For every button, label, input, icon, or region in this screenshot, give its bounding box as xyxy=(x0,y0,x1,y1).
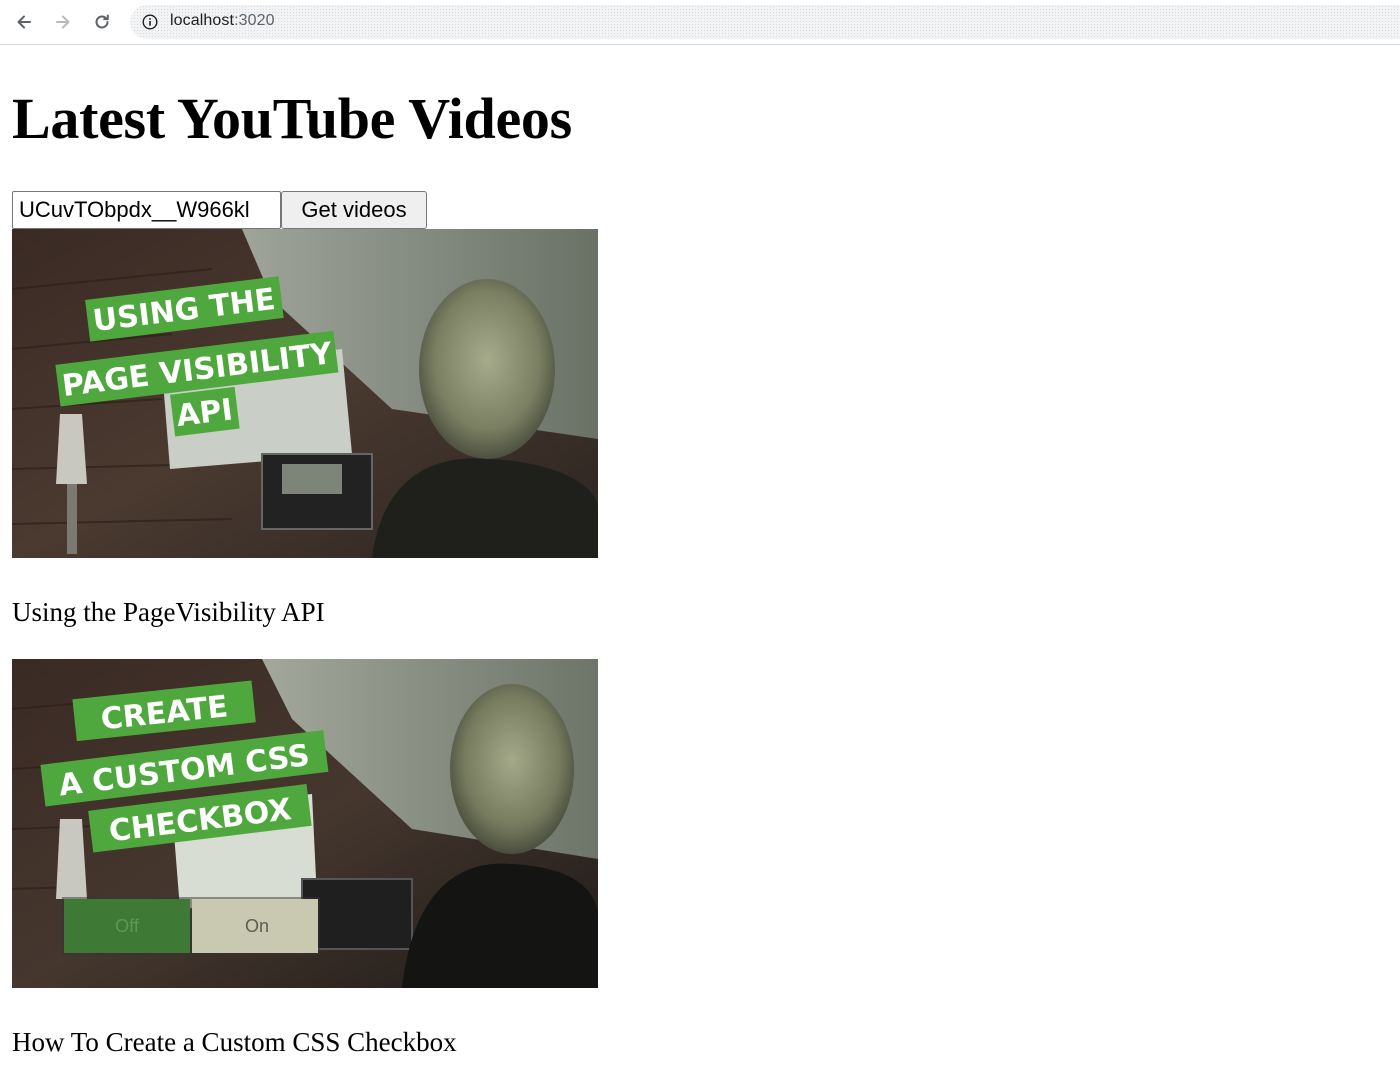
back-button[interactable] xyxy=(11,9,37,35)
channel-form: Get videos xyxy=(12,191,427,229)
url-host: localhost xyxy=(170,12,235,29)
get-videos-button[interactable]: Get videos xyxy=(281,191,427,229)
video-thumbnail[interactable]: USING THE PAGE VISIBILITY API xyxy=(12,229,598,558)
url-text: localhost:3020 xyxy=(170,12,275,30)
page-title: Latest YouTube Videos xyxy=(12,86,572,151)
info-icon[interactable] xyxy=(142,14,158,30)
browser-toolbar: localhost:3020 xyxy=(0,0,1400,45)
address-bar[interactable]: localhost:3020 xyxy=(130,5,1400,39)
forward-button[interactable] xyxy=(50,9,76,35)
channel-id-input[interactable] xyxy=(12,191,281,229)
thumb-line: API xyxy=(174,392,234,434)
toggle-off-label: Off xyxy=(115,916,140,936)
video-thumbnail[interactable]: Off On CREATE A CUSTOM CSS CHECKBOX xyxy=(12,659,598,988)
reload-button[interactable] xyxy=(89,9,115,35)
toggle-on-label: On xyxy=(245,916,269,936)
url-port: :3020 xyxy=(234,12,275,29)
arrow-right-icon xyxy=(56,15,70,29)
video-item: Off On CREATE A CUSTOM CSS CHECKBOX How … xyxy=(12,659,598,1058)
video-title: Using the PageVisibility API xyxy=(12,597,325,627)
arrow-left-icon xyxy=(17,15,31,29)
video-title: How To Create a Custom CSS Checkbox xyxy=(12,1027,457,1057)
video-item: USING THE PAGE VISIBILITY API Using the … xyxy=(12,229,598,628)
reload-icon xyxy=(95,14,109,29)
